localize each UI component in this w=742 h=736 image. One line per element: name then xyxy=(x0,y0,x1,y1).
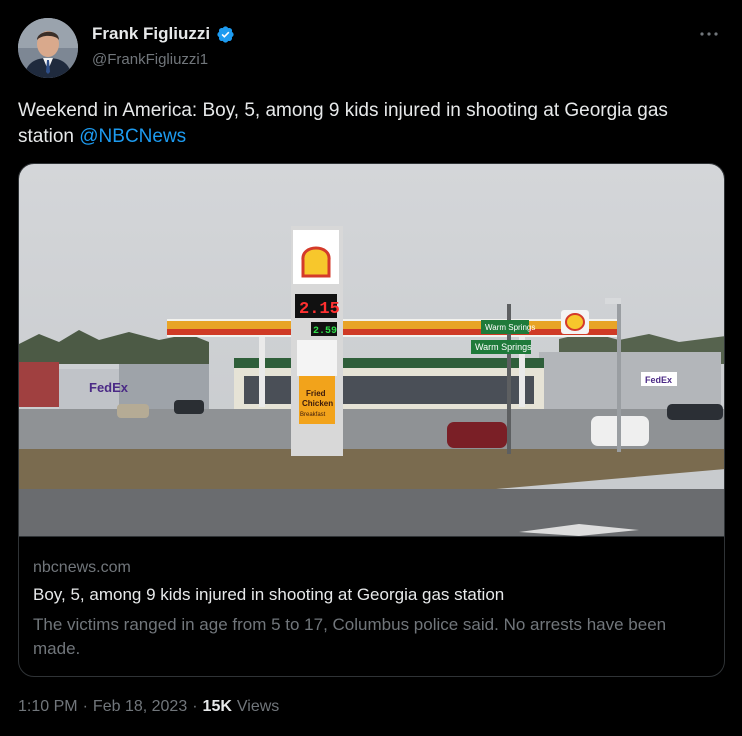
mention-link[interactable]: @NBCNews xyxy=(79,126,186,147)
verified-badge-icon xyxy=(217,25,234,43)
tweet-meta: 1:10 PM · Feb 18, 2023 · 15K Views xyxy=(18,698,279,716)
sign-food-2: Chicken xyxy=(302,399,333,408)
fedex-logo-left: FedEx xyxy=(89,380,129,395)
card-image[interactable]: FedEx FedEx 2.15 2.59 Fried Chicken Brea… xyxy=(19,164,724,536)
link-card[interactable]: FedEx FedEx 2.15 2.59 Fried Chicken Brea… xyxy=(18,163,725,677)
tweet-time[interactable]: 1:10 PM xyxy=(18,698,78,716)
views-count: 15K xyxy=(202,698,232,715)
card-text[interactable]: nbcnews.com Boy, 5, among 9 kids injured… xyxy=(19,536,724,676)
card-description: The victims ranged in age from 5 to 17, … xyxy=(33,615,667,658)
more-options-icon[interactable] xyxy=(694,22,724,46)
sign-food-1: Fried xyxy=(306,389,326,398)
sign-price-bottom: 2.59 xyxy=(313,326,337,337)
meta-separator: · xyxy=(82,698,88,715)
sign-food-3: Breakfast xyxy=(300,412,326,418)
street-sign-1: Warm Springs xyxy=(485,323,535,332)
views-label: Views xyxy=(236,698,280,715)
author-name[interactable]: Frank Figliuzzi xyxy=(92,24,210,44)
author-handle[interactable]: @FrankFigliuzzi1 xyxy=(92,51,208,68)
tweet-date[interactable]: Feb 18, 2023 xyxy=(93,698,187,716)
meta-separator: · xyxy=(192,698,198,715)
card-domain: nbcnews.com xyxy=(33,559,131,576)
street-sign-2: Warm Springs xyxy=(475,342,532,352)
card-headline: Boy, 5, among 9 kids injured in shooting… xyxy=(33,585,505,604)
sign-price-top: 2.15 xyxy=(299,300,340,319)
tweet-header: Frank Figliuzzi @FrankFigliuzzi1 xyxy=(18,18,724,78)
tweet-text: Weekend in America: Boy, 5, among 9 kids… xyxy=(18,98,728,150)
fedex-logo-right: FedEx xyxy=(645,375,672,385)
avatar[interactable] xyxy=(18,18,78,78)
